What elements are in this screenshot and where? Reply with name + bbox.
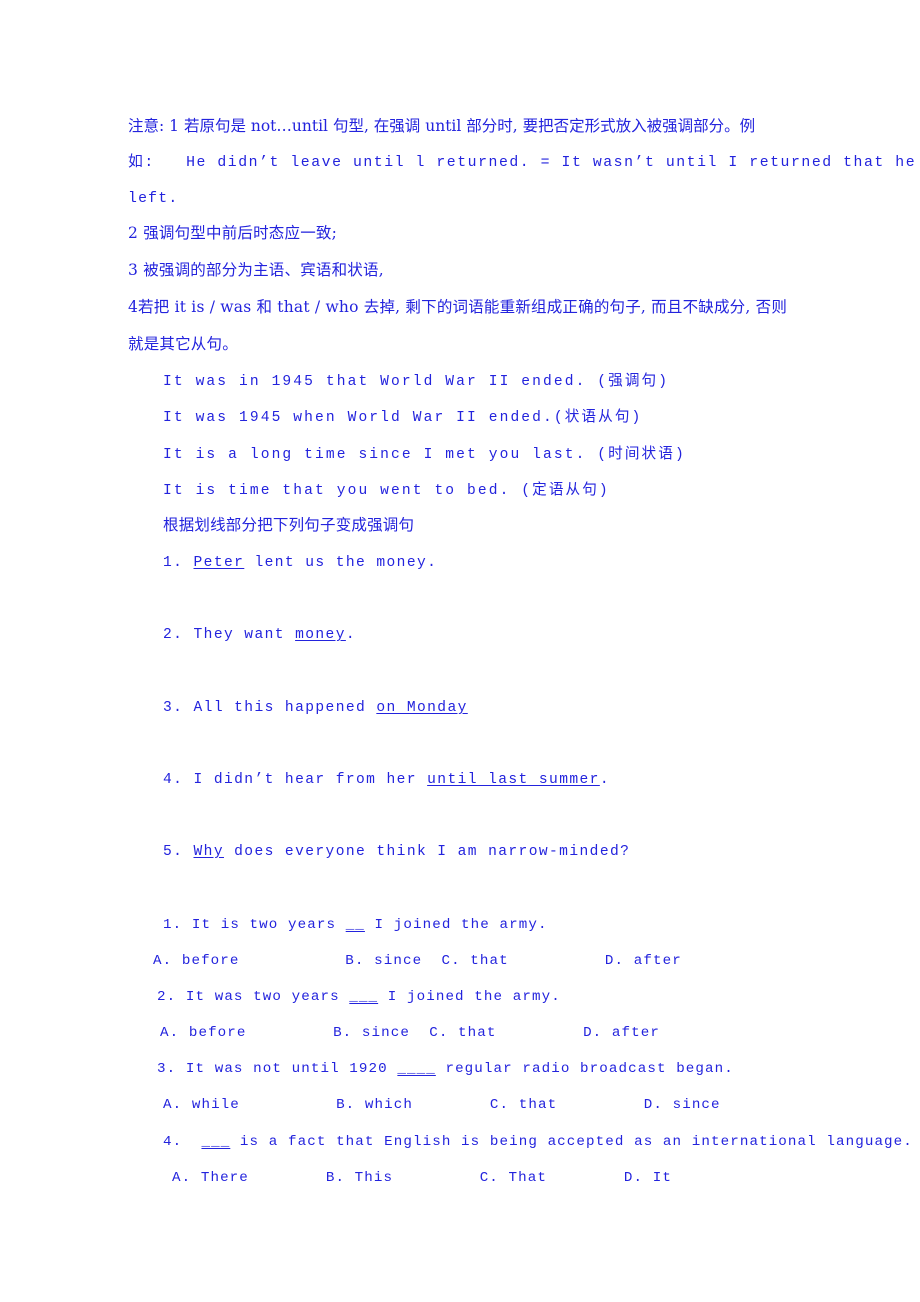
rewrite-item-5-post: does everyone think I am narrow-minded? — [223, 844, 631, 860]
mc-question-4-option-d[interactable]: D. It — [624, 1170, 672, 1186]
mc-question-3-number: 3. — [157, 1061, 177, 1077]
mc-question-2-option-c[interactable]: C. that — [429, 1025, 496, 1041]
mc-question-1-option-b[interactable]: B. since — [345, 953, 422, 969]
mc-question-2-option-a[interactable]: A. before — [160, 1025, 247, 1041]
mc-question-4-option-c[interactable]: C. That — [480, 1170, 547, 1186]
rewrite-item-5-number: 5. — [163, 844, 184, 860]
mc-question-3-stem-pre: It was not until 1920 — [185, 1061, 398, 1077]
note-line-4: 2 强调句型中前后时态应一致; — [128, 224, 338, 242]
mc-question-1-stem-pre: It is two years — [191, 917, 346, 933]
mc-question-1-blank: __ — [345, 917, 365, 933]
rewrite-item-2: 2. They want money. — [163, 628, 356, 643]
note-line-3: left. — [128, 191, 179, 207]
rewrite-item-3-number: 3. — [163, 700, 184, 716]
mc-question-3-options: A. while B. which C. that D. since — [163, 1098, 721, 1112]
note-line-2: 如: He didn’t leave until l returned. = I… — [128, 155, 917, 171]
mc-question-1-stem: 1. It is two years __ I joined the army. — [163, 918, 548, 932]
rewrite-item-4-post: . — [599, 772, 610, 788]
mc-question-3-option-b[interactable]: B. which — [336, 1097, 413, 1113]
mc-question-4-blank: ___ — [201, 1134, 231, 1150]
note-line-5: 3 被强调的部分为主语、宾语和状语, — [128, 261, 384, 279]
rewrite-item-2-underlined: money — [295, 627, 346, 643]
example-sentence-4: It is time that you went to bed. (定语从句) — [163, 483, 610, 499]
note-line-7: 就是其它从句。 — [128, 335, 238, 353]
rewrite-item-1: 1. Peter lent us the money. — [163, 556, 437, 571]
rewrite-instruction: 根据划线部分把下列句子变成强调句 — [163, 516, 415, 534]
mc-question-2-stem: 2. It was two years ___ I joined the arm… — [157, 990, 561, 1004]
mc-question-3-option-d[interactable]: D. since — [644, 1097, 721, 1113]
rewrite-item-4-number: 4. — [163, 772, 184, 788]
mc-question-4-number: 4. — [163, 1134, 183, 1150]
example-sentence-2: It was 1945 when World War II ended.(状语从… — [163, 410, 643, 426]
mc-question-2-stem-pre: It was two years — [185, 989, 350, 1005]
rewrite-item-5: 5. Why does everyone think I am narrow-m… — [163, 845, 630, 860]
mc-question-2-options: A. before B. since C. that D. after — [160, 1026, 660, 1040]
mc-question-3-stem: 3. It was not until 1920 ____ regular ra… — [157, 1062, 734, 1076]
rewrite-item-4: 4. I didn’t hear from her until last sum… — [163, 773, 610, 788]
mc-question-1-option-a[interactable]: A. before — [153, 953, 240, 969]
mc-question-4-option-a[interactable]: A. There — [172, 1170, 249, 1186]
note-line-6: 4若把 it is / was 和 that / who 去掉, 剩下的词语能重… — [128, 298, 788, 316]
mc-question-1-option-c[interactable]: C. that — [441, 953, 508, 969]
rewrite-item-1-underlined: Peter — [193, 555, 245, 571]
example-sentence-3: It is a long time since I met you last. … — [163, 447, 686, 463]
mc-question-2-option-d[interactable]: D. after — [583, 1025, 660, 1041]
mc-question-2-stem-post: I joined the army. — [378, 989, 561, 1005]
mc-question-3-option-a[interactable]: A. while — [163, 1097, 240, 1113]
mc-question-2-number: 2. — [157, 989, 177, 1005]
mc-question-4-stem-post: is a fact that English is being accepted… — [230, 1134, 913, 1150]
rewrite-item-2-post: . — [345, 627, 357, 643]
mc-question-2-blank: ___ — [349, 989, 379, 1005]
note-line-1: 注意: 1 若原句是 not…until 句型, 在强调 until 部分时, … — [128, 117, 756, 135]
mc-question-1-stem-post: I joined the army. — [364, 917, 548, 933]
mc-question-3-stem-post: regular radio broadcast began. — [435, 1061, 734, 1077]
rewrite-item-2-pre: They want — [193, 627, 296, 643]
document-page: 注意: 1 若原句是 not…until 句型, 在强调 until 部分时, … — [0, 0, 920, 1302]
mc-question-1-options: A. before B. since C. that D. after — [153, 954, 682, 968]
rewrite-item-4-underlined: until last summer — [427, 772, 600, 788]
rewrite-item-3: 3. All this happened on Monday — [163, 701, 468, 716]
mc-question-4-stem: 4. ___ is a fact that English is being a… — [163, 1135, 913, 1149]
mc-question-3-blank: ____ — [397, 1061, 436, 1077]
rewrite-item-3-underlined: on Monday — [376, 700, 468, 716]
example-sentence-1: It was in 1945 that World War II ended. … — [163, 374, 670, 390]
mc-question-1-option-d[interactable]: D. after — [605, 953, 682, 969]
mc-question-4-option-b[interactable]: B. This — [326, 1170, 393, 1186]
rewrite-item-2-number: 2. — [163, 627, 184, 643]
rewrite-item-5-underlined: Why — [193, 844, 224, 860]
rewrite-item-1-post: lent us the money. — [244, 555, 438, 571]
mc-question-3-option-c[interactable]: C. that — [490, 1097, 557, 1113]
rewrite-item-1-number: 1. — [163, 555, 184, 571]
mc-question-2-option-b[interactable]: B. since — [333, 1025, 410, 1041]
rewrite-item-3-pre: All this happened — [193, 700, 377, 716]
mc-question-4-options: A. There B. This C. That D. It — [172, 1171, 672, 1185]
mc-question-1-number: 1. — [163, 917, 183, 933]
rewrite-item-4-pre: I didn’t hear from her — [193, 772, 428, 788]
